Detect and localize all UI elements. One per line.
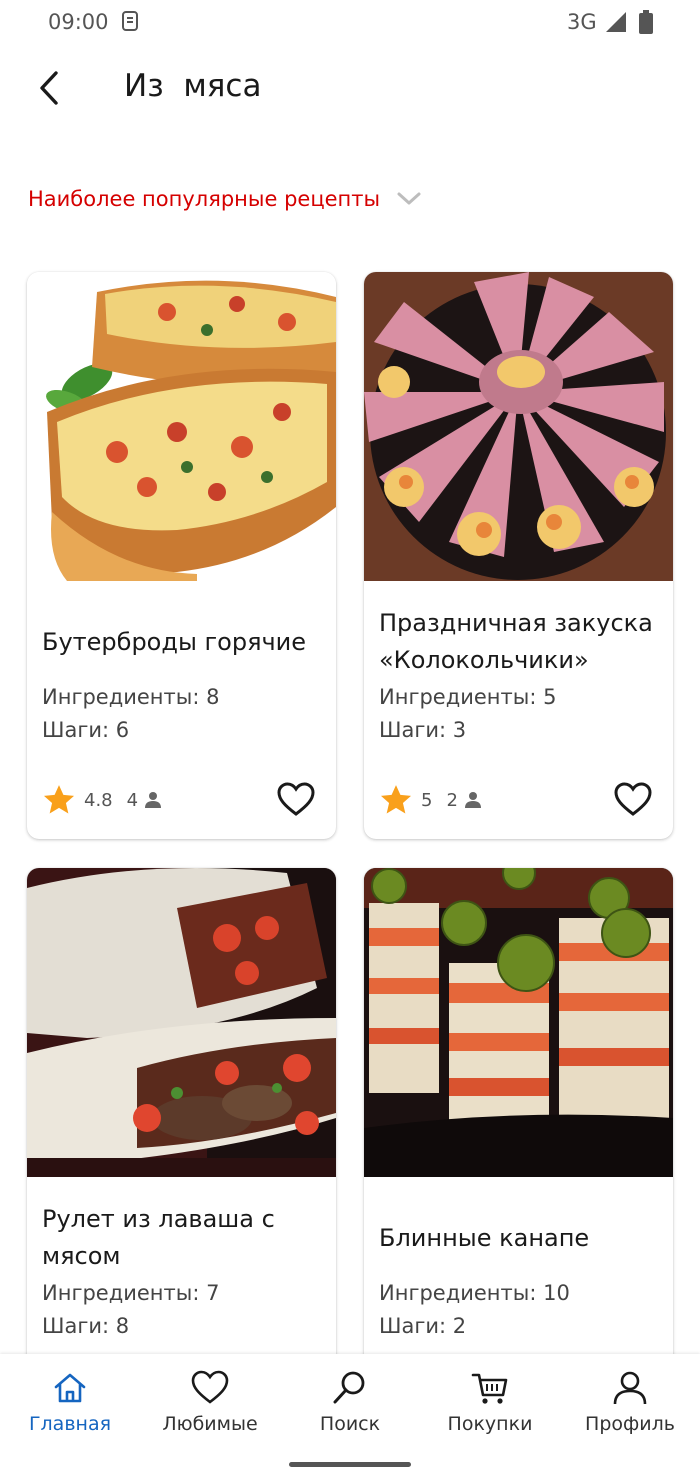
users-icon [145,792,162,808]
search-icon [333,1371,365,1404]
page-title: Из мяса [124,68,262,104]
nav-home[interactable]: Главная [0,1368,140,1435]
recipe-title: Бутерброды горячие [42,627,307,656]
steps-count: Шаги: 6 [42,718,130,742]
person-icon [613,1371,647,1405]
ingredients-count: Ингредиенты: 7 [42,1281,220,1305]
nav-shopping-label: Покупки [447,1413,533,1435]
ingredients-count: Ингредиенты: 10 [379,1281,570,1305]
recipe-image [364,868,673,1177]
status-bar: 09:00 3G [0,0,700,46]
steps-count: Шаги: 2 [379,1314,467,1338]
recipe-title: Праздничная закуска «Колокольчики» [379,609,653,674]
steps-count: Шаги: 8 [42,1314,130,1338]
steps-count: Шаги: 3 [379,718,467,742]
heart-icon [191,1370,229,1404]
star-icon [380,785,412,814]
nav-search[interactable]: Поиск [280,1368,420,1435]
nav-favorites-label: Любимые [162,1413,258,1435]
nav-profile-label: Профиль [585,1413,675,1435]
home-icon [54,1373,86,1403]
recipe-image [27,272,336,581]
sim-icon [122,11,138,31]
rating-value: 5 [421,789,433,811]
cart-icon [471,1373,508,1404]
rating-row: 4.8 4 [42,780,162,820]
recipe-image [27,868,336,1177]
rating-value: 4.8 [84,789,113,811]
nav-search-label: Поиск [319,1413,381,1435]
recipe-card[interactable]: Праздничная закуска «Колокольчики» Ингре… [364,272,673,839]
gesture-bar[interactable] [289,1462,411,1467]
reviews-count: 4 [126,789,139,811]
status-time: 09:00 [48,10,109,34]
nav-shopping[interactable]: Покупки [420,1368,560,1435]
users-icon [464,792,481,808]
recipe-card[interactable]: Блинные канапе Ингредиенты: 10 Шаги: 2 [364,868,673,1368]
recipe-card[interactable]: Рулет из лаваша с мясом Ингредиенты: 7 Ш… [27,868,336,1368]
nav-profile[interactable]: Профиль [560,1368,700,1435]
sort-dropdown[interactable]: Наиболее популярные рецепты [28,182,422,216]
recipe-image [364,272,673,581]
rating-row: 5 2 [379,780,482,820]
favorite-heart-icon[interactable] [276,780,316,820]
battery-icon [639,10,653,34]
app-bar: Из мяса [0,56,700,120]
ingredients-count: Ингредиенты: 5 [379,685,557,709]
signal-icon [606,12,626,32]
ingredients-count: Ингредиенты: 8 [42,685,220,709]
sort-label: Наиболее популярные рецепты [28,187,381,211]
back-arrow-icon[interactable] [30,68,70,108]
recipe-card[interactable]: Бутерброды горячие Ингредиенты: 8 Шаги: … [27,272,336,839]
bottom-navigation: Главная Любимые Поиск Покупки Профиль [0,1354,700,1478]
star-icon [43,785,75,814]
nav-home-label: Главная [28,1413,112,1435]
reviews-count: 2 [446,789,458,811]
favorite-heart-icon[interactable] [613,780,653,820]
recipe-title: Блинные канапе [379,1223,590,1252]
recipe-title: Рулет из лаваша с мясом [42,1205,275,1270]
chevron-down-icon [397,192,421,205]
network-type: 3G [567,10,597,34]
nav-favorites[interactable]: Любимые [140,1368,280,1435]
